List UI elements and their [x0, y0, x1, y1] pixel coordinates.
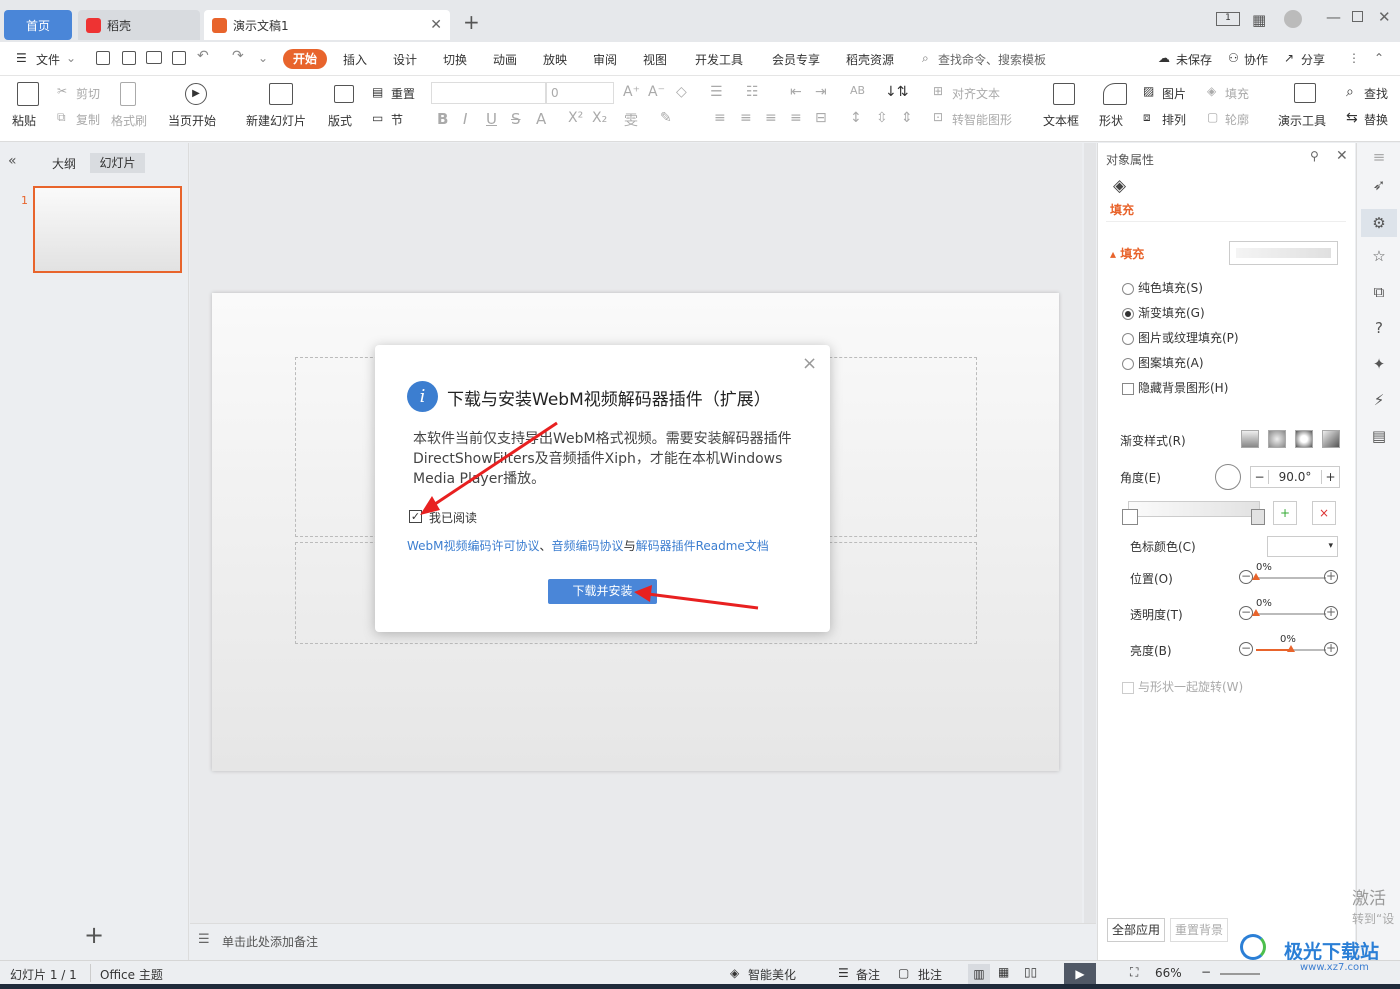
comment-icon: ▢: [898, 966, 910, 980]
activation-watermark-sub: 转到“设: [1352, 912, 1395, 926]
brightness-label: 亮度(B): [1130, 644, 1172, 658]
taskbar-edge: [0, 984, 1400, 989]
gradient-style-rect[interactable]: [1295, 430, 1313, 448]
hide-background-checkbox[interactable]: 隐藏背景图形(H): [1122, 379, 1228, 396]
angle-decrement[interactable]: −: [1251, 470, 1269, 484]
position-value: 0%: [1256, 562, 1272, 573]
option-label: 隐藏背景图形(H): [1138, 381, 1229, 395]
angle-input[interactable]: − 90.0° +: [1250, 466, 1340, 488]
gradient-style-path[interactable]: [1322, 430, 1340, 448]
stop-color-label: 色标颜色(C): [1130, 540, 1196, 554]
stop-color-dropdown[interactable]: ▾: [1267, 536, 1338, 557]
book-icon[interactable]: ▤: [1369, 427, 1389, 447]
position-thumb[interactable]: [1252, 573, 1260, 580]
option-label: 与形状一起旋转(W): [1138, 680, 1244, 694]
option-label: 渐变填充(G): [1138, 306, 1205, 320]
option-label: 纯色填充(S): [1138, 281, 1203, 295]
position-label: 位置(O): [1130, 572, 1173, 586]
angle-label: 角度(E): [1120, 471, 1161, 485]
beautify-icon[interactable]: ✦: [1369, 355, 1389, 375]
fill-section-header[interactable]: 填充: [1120, 247, 1144, 261]
position-increment[interactable]: +: [1324, 570, 1338, 584]
reset-background-button[interactable]: 重置背景: [1170, 918, 1228, 942]
transparency-label: 透明度(T): [1130, 608, 1183, 622]
position-slider[interactable]: [1256, 577, 1326, 579]
divider: [90, 964, 91, 982]
site-logo-url: www.xz7.com: [1300, 962, 1369, 973]
site-logo-icon: [1240, 934, 1266, 960]
beautify-status-icon: ◈: [730, 966, 740, 980]
gradient-style-label: 渐变样式(R): [1120, 434, 1186, 448]
smart-beautify-button[interactable]: 智能美化: [748, 966, 796, 983]
slideshow-play-button[interactable]: ▶: [1064, 963, 1096, 985]
properties-icon[interactable]: ⚙: [1361, 209, 1397, 237]
zoom-out-icon[interactable]: −: [1201, 965, 1211, 979]
brightness-thumb[interactable]: [1287, 645, 1295, 652]
lightning-icon[interactable]: ⚡: [1369, 391, 1389, 411]
annotation-arrowhead-button: [634, 585, 652, 602]
remove-stop-icon[interactable]: ×: [1312, 501, 1336, 525]
add-stop-icon[interactable]: +: [1273, 501, 1297, 525]
comment-button[interactable]: 批注: [918, 966, 942, 983]
annotation-arrow-button: [647, 592, 759, 610]
angle-increment[interactable]: +: [1321, 470, 1339, 484]
rotate-with-shape-checkbox[interactable]: 与形状一起旋转(W): [1122, 678, 1243, 695]
zoom-slider[interactable]: [1220, 973, 1260, 975]
position-decrement[interactable]: −: [1239, 570, 1253, 584]
option-picture-fill[interactable]: 图片或纹理填充(P): [1122, 329, 1239, 346]
sorter-view-icon[interactable]: ▦: [998, 965, 1009, 979]
fit-window-icon[interactable]: ⛶: [1130, 965, 1138, 980]
normal-view-icon[interactable]: ▥: [968, 964, 990, 984]
transparency-increment[interactable]: +: [1324, 606, 1338, 620]
object-properties-panel: 对象属性 ⚲ ✕ ◈ 填充 ▴ 填充 纯色填充(S) 渐变填充(G) 图片或纹理…: [1097, 143, 1355, 960]
transparency-thumb[interactable]: [1252, 609, 1260, 616]
help-icon[interactable]: ?: [1369, 319, 1389, 339]
notes-status-icon: ☰: [838, 966, 849, 980]
transparency-value: 0%: [1256, 598, 1272, 609]
gradient-style-radial[interactable]: [1268, 430, 1286, 448]
brightness-value: 0%: [1280, 634, 1296, 645]
gradient-bar[interactable]: [1128, 501, 1260, 517]
panel-menu-icon[interactable]: ≡: [1369, 148, 1389, 168]
brightness-decrement[interactable]: −: [1239, 642, 1253, 656]
angle-value[interactable]: 90.0°: [1269, 470, 1321, 484]
transparency-decrement[interactable]: −: [1239, 606, 1253, 620]
gradient-stop-end[interactable]: [1251, 509, 1265, 525]
side-toolbar: ≡ ➶ ⚙ ☆ ⧉ ? ✦ ⚡ ▤: [1356, 143, 1400, 960]
zoom-level[interactable]: 66%: [1155, 966, 1182, 980]
brightness-increment[interactable]: +: [1324, 642, 1338, 656]
tab-fill[interactable]: 填充: [1110, 201, 1134, 218]
reading-view-icon[interactable]: ▯▯: [1024, 965, 1037, 979]
brightness-slider-fill: [1256, 649, 1291, 651]
apply-all-button[interactable]: 全部应用: [1107, 918, 1165, 942]
option-gradient-fill[interactable]: 渐变填充(G): [1122, 304, 1205, 321]
fill-bucket-icon: ◈: [1113, 176, 1127, 196]
gradient-style-linear[interactable]: [1241, 430, 1259, 448]
rocket-icon[interactable]: ➶: [1369, 176, 1389, 196]
activation-watermark: 激活: [1352, 889, 1386, 909]
notes-toggle-button[interactable]: 备注: [856, 966, 880, 983]
fill-type-dropdown[interactable]: [1229, 241, 1338, 265]
pin-icon[interactable]: ⚲: [1310, 149, 1319, 163]
divider: [1106, 221, 1346, 222]
star-icon[interactable]: ☆: [1369, 247, 1389, 267]
annotation-arrowhead-checkbox: [420, 496, 440, 515]
option-label: 图片或纹理填充(P): [1138, 331, 1239, 345]
option-solid-fill[interactable]: 纯色填充(S): [1122, 279, 1203, 296]
option-pattern-fill[interactable]: 图案填充(A): [1122, 354, 1204, 371]
panel-title[interactable]: 对象属性: [1106, 151, 1154, 168]
transparency-slider[interactable]: [1256, 613, 1326, 615]
slide-counter: 幻灯片 1 / 1: [10, 968, 77, 982]
angle-dial[interactable]: [1215, 464, 1241, 490]
theme-name[interactable]: Office 主题: [100, 966, 163, 983]
option-label: 图案填充(A): [1138, 356, 1204, 370]
transition-icon[interactable]: ⧉: [1369, 283, 1389, 303]
panel-close-icon[interactable]: ✕: [1336, 148, 1348, 164]
gradient-stop-start[interactable]: [1122, 509, 1138, 525]
annotation-arrow-checkbox: [431, 421, 558, 508]
